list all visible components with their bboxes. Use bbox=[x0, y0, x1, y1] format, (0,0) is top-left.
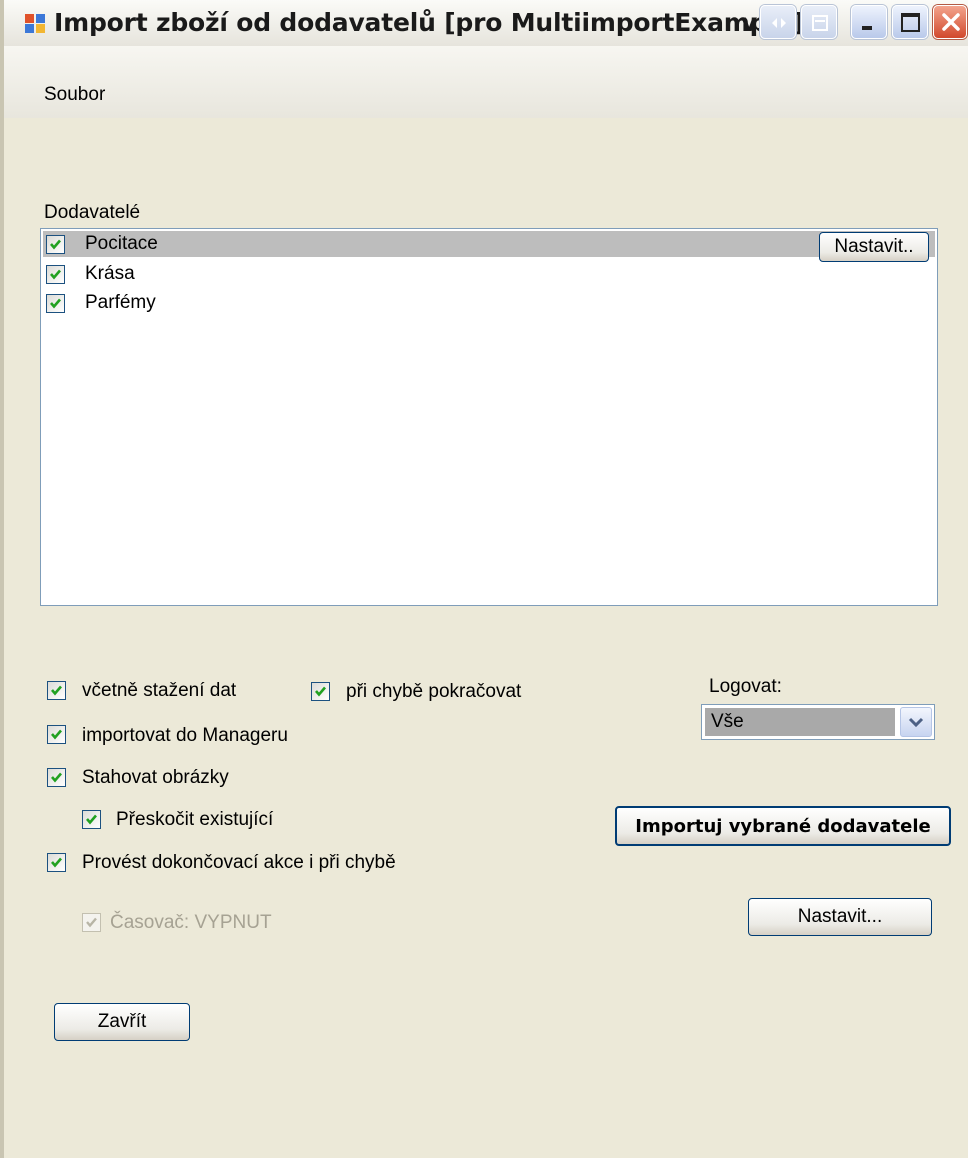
checkmark-icon bbox=[86, 814, 97, 825]
checkmark-icon bbox=[51, 772, 62, 783]
checkmark-icon bbox=[50, 239, 61, 250]
skip-existing-label: Přeskočit existující bbox=[116, 809, 274, 830]
supplier-name: Krása bbox=[85, 263, 135, 284]
timer-checkbox[interactable] bbox=[82, 913, 101, 932]
maximize-icon bbox=[901, 13, 920, 32]
supplier-settings-button[interactable]: Nastavit.. bbox=[819, 232, 929, 262]
list-item[interactable]: Pocitace bbox=[43, 231, 935, 257]
arrows-icon bbox=[772, 18, 786, 28]
close-window-button[interactable] bbox=[933, 5, 967, 39]
supplier-name: Pocitace bbox=[85, 233, 158, 254]
import-window: Import zboží od dodavatelů [pro Multiimp… bbox=[0, 0, 968, 1158]
logging-dropdown-button[interactable] bbox=[900, 707, 932, 737]
logging-select-value: Vše bbox=[705, 708, 895, 736]
menu-soubor[interactable]: Soubor bbox=[44, 84, 105, 106]
logging-select[interactable]: Vše bbox=[701, 704, 935, 740]
minimize-icon bbox=[862, 26, 872, 30]
window-title-fragment: v bbox=[741, 8, 758, 37]
timer-label: Časovač: VYPNUT bbox=[110, 912, 272, 933]
continue-on-error-checkbox[interactable] bbox=[311, 682, 330, 701]
checkmark-icon bbox=[50, 298, 61, 309]
checkmark-icon bbox=[51, 685, 62, 696]
maximize-button[interactable] bbox=[892, 5, 928, 39]
import-to-manager-label: importovat do Manageru bbox=[82, 725, 288, 746]
continue-on-error-label: při chybě pokračovat bbox=[346, 681, 522, 702]
download-images-label: Stahovat obrázky bbox=[82, 767, 229, 788]
supplier-checkbox[interactable] bbox=[46, 265, 65, 284]
minimize-button[interactable] bbox=[851, 5, 887, 39]
list-item[interactable]: Krása bbox=[43, 262, 935, 288]
checkmark-icon bbox=[86, 917, 97, 928]
finalize-on-error-label: Provést dokončovací akce i při chybě bbox=[82, 852, 396, 873]
import-button[interactable]: Importuj vybrané dodavatele bbox=[615, 806, 951, 846]
close-button[interactable]: Zavřít bbox=[54, 1003, 190, 1041]
import-to-manager-checkbox[interactable] bbox=[47, 725, 66, 744]
list-item[interactable]: Parfémy bbox=[43, 291, 935, 317]
suppliers-label: Dodavatelé bbox=[44, 202, 141, 223]
app-icon bbox=[25, 14, 45, 33]
supplier-checkbox[interactable] bbox=[46, 235, 65, 254]
skip-existing-checkbox[interactable] bbox=[82, 810, 101, 829]
checkmark-icon bbox=[315, 686, 326, 697]
menu-bar bbox=[4, 46, 968, 118]
title-bar[interactable]: Import zboží od dodavatelů [pro Multiimp… bbox=[4, 0, 968, 47]
restore-list-button[interactable] bbox=[801, 5, 837, 39]
window-title: Import zboží od dodavatelů [pro Multiimp… bbox=[54, 8, 804, 37]
finalize-on-error-checkbox[interactable] bbox=[47, 853, 66, 872]
download-images-checkbox[interactable] bbox=[47, 768, 66, 787]
download-data-label: včetně stažení dat bbox=[82, 680, 237, 701]
window-icon bbox=[812, 15, 828, 31]
checkmark-icon bbox=[51, 729, 62, 740]
checkmark-icon bbox=[51, 857, 62, 868]
timer-settings-button[interactable]: Nastavit... bbox=[748, 898, 932, 936]
download-data-checkbox[interactable] bbox=[47, 681, 66, 700]
supplier-name: Parfémy bbox=[85, 292, 156, 313]
help-button[interactable] bbox=[760, 5, 796, 39]
chevron-down-icon bbox=[908, 717, 924, 728]
close-icon bbox=[942, 13, 960, 31]
supplier-checkbox[interactable] bbox=[46, 294, 65, 313]
logging-label: Logovat: bbox=[709, 676, 782, 697]
checkmark-icon bbox=[50, 269, 61, 280]
suppliers-list[interactable]: Pocitace Krása Parfémy Nastavit.. bbox=[40, 228, 938, 606]
